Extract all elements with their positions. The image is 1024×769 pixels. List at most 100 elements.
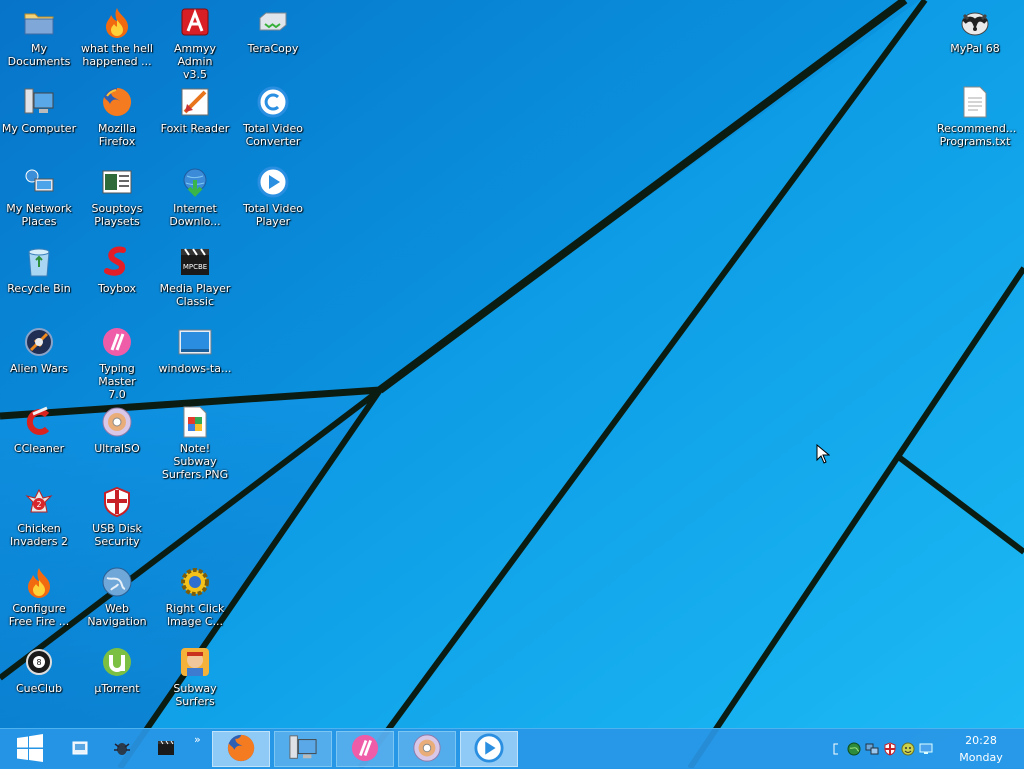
network-globe-icon[interactable]: [846, 742, 861, 757]
desktop-icon-media-player-classic[interactable]: MPCBE Media Player Classic: [156, 244, 234, 322]
globe-icon: [99, 564, 135, 600]
desktop-icon-label: Typing Master 7.0: [98, 362, 136, 401]
desktop-icon-label: Subway Surfers: [173, 682, 217, 708]
desktop-icon-cueclub[interactable]: 8 CueClub: [0, 644, 78, 722]
subway-surfers-icon: [177, 644, 213, 680]
desktop-icon-web-navigation[interactable]: Web Navigation: [78, 564, 156, 642]
taskbar-button-ultraiso[interactable]: [398, 731, 456, 767]
taskbar-button-firefox[interactable]: [212, 731, 270, 767]
usb-disk-security-icon: [99, 484, 135, 520]
desktop-icon-typing-master[interactable]: Typing Master 7.0: [78, 324, 156, 402]
desktop-icon-label: Note! Subway Surfers.PNG: [161, 442, 229, 481]
image-file-icon: [177, 324, 213, 360]
desktop-icon-recycle-bin[interactable]: Recycle Bin: [0, 244, 78, 322]
desktop-icon-total-video-player[interactable]: Total Video Player: [234, 164, 312, 242]
smiley-icon[interactable]: [900, 742, 915, 757]
desktop-icon-souptoys-playsets[interactable]: Souptoys Playsets: [78, 164, 156, 242]
tray-bracket-icon[interactable]: [828, 742, 843, 757]
desktop-icon-label: My Network Places: [6, 202, 72, 228]
desktop-icon-note-subway-surfers-png[interactable]: Note! Subway Surfers.PNG: [156, 404, 234, 482]
desktop-icon-label: Total Video Player: [242, 202, 303, 228]
quick-launch-bug[interactable]: [110, 737, 134, 761]
desktop-icon-what-the-hell-happened[interactable]: what the hell happened ...: [78, 4, 156, 82]
desktop-icon-my-documents[interactable]: My Documents: [0, 4, 78, 82]
firefox-icon: [226, 733, 256, 766]
video-player-icon: [255, 164, 291, 200]
taskbar-button-total-video-player[interactable]: [460, 731, 518, 767]
desktop-icon-label: Recommend... Programs.txt: [937, 122, 1017, 148]
desktop-icon-label: CCleaner: [13, 442, 65, 455]
taskbar-button-typing-master[interactable]: [336, 731, 394, 767]
desktop-icon-mypal-68[interactable]: MyPal 68: [936, 4, 1014, 82]
desktop-icon-label: Configure Free Fire ...: [8, 602, 70, 628]
chicken-invaders-icon: 2: [21, 484, 57, 520]
mouse-cursor: [816, 443, 831, 467]
desktop-icon-chicken-invaders-2[interactable]: 2 Chicken Invaders 2: [0, 484, 78, 562]
desktop-icon-label: Alien Wars: [9, 362, 69, 375]
ammyy-admin-icon: [177, 4, 213, 40]
monitor-icon[interactable]: [918, 742, 933, 757]
internet-download-manager-icon: [177, 164, 213, 200]
desktop-icon-label: Foxit Reader: [160, 122, 230, 135]
png-file-icon: [177, 404, 213, 440]
fire-icon: [21, 564, 57, 600]
desktop-icon-right-click-image-converter[interactable]: Right Click Image C...: [156, 564, 234, 642]
desktop-icon-configure-free-fire[interactable]: Configure Free Fire ...: [0, 564, 78, 642]
svg-text:8: 8: [36, 658, 41, 667]
system-tray: [828, 737, 933, 761]
quick-launch-chevron[interactable]: »: [194, 733, 201, 746]
desktop-icon-ultraiso[interactable]: UltraISO: [78, 404, 156, 482]
desktop-icon-label: Right Click Image C...: [165, 602, 225, 628]
taskbar-button-my-computer[interactable]: [274, 731, 332, 767]
recycle-bin-icon: [21, 244, 57, 280]
desktop-icon-label: Mozilla Firefox: [98, 122, 136, 148]
desktop-icon-mozilla-firefox[interactable]: Mozilla Firefox: [78, 84, 156, 162]
media-player-classic-icon: MPCBE: [177, 244, 213, 280]
desktop-icon-my-network-places[interactable]: My Network Places: [0, 164, 78, 242]
desktop-icon-utorrent[interactable]: µTorrent: [78, 644, 156, 722]
desktop-icon-internet-download-manager[interactable]: Internet Downlo...: [156, 164, 234, 242]
svg-text:MPCBE: MPCBE: [183, 263, 207, 271]
desktop-icon-label: CueClub: [15, 682, 63, 695]
video-player-icon: [474, 732, 504, 766]
desktop-icon-label: USB Disk Security: [92, 522, 142, 548]
media-player-classic-icon: [157, 740, 175, 759]
desktop-icon-total-video-converter[interactable]: Total Video Converter: [234, 84, 312, 162]
desktop-icon-recommended-programs-txt[interactable]: Recommend... Programs.txt: [936, 84, 1017, 162]
desktop-icon-label: Souptoys Playsets: [91, 202, 143, 228]
ultraiso-icon: [412, 733, 442, 766]
desktop-icon-label: Toybox: [98, 282, 136, 295]
computer-icon: [288, 734, 318, 765]
quick-launch-media-player-classic[interactable]: [154, 737, 178, 761]
mypal-icon: [957, 4, 993, 40]
desktop-icon-label: Ammyy Admin v3.5: [174, 42, 216, 81]
desktop-icon-subway-surfers[interactable]: Subway Surfers: [156, 644, 234, 722]
firefox-icon: [99, 84, 135, 120]
desktop-icon-my-computer[interactable]: My Computer: [0, 84, 78, 162]
desktop-icon-label: Internet Downlo...: [169, 202, 221, 228]
desktop-icon-toybox[interactable]: Toybox: [78, 244, 156, 322]
desktop-icon-ammyy-admin[interactable]: Ammyy Admin v3.5: [156, 4, 234, 82]
desktop-icon-foxit-reader[interactable]: Foxit Reader: [156, 84, 234, 162]
souptoys-icon: [99, 164, 135, 200]
desktop-icon-windows-ta[interactable]: windows-ta...: [156, 324, 234, 402]
desktop-icon-alien-wars[interactable]: Alien Wars: [0, 324, 78, 402]
teracopy-icon: [255, 4, 291, 40]
desktop-icon-label: µTorrent: [94, 682, 140, 695]
desktop-icon-label: Web Navigation: [87, 602, 147, 628]
utorrent-icon: [99, 644, 135, 680]
desktop-icon-teracopy[interactable]: TeraCopy: [234, 4, 312, 82]
typing-master-icon: [350, 733, 380, 766]
desktop-icon-usb-disk-security[interactable]: USB Disk Security: [78, 484, 156, 562]
ccleaner-icon: [21, 404, 57, 440]
desktop-icon-ccleaner[interactable]: CCleaner: [0, 404, 78, 482]
image-converter-icon: [177, 564, 213, 600]
start-button[interactable]: [8, 733, 52, 765]
quick-launch-show-desktop[interactable]: [68, 737, 92, 761]
cueclub-icon: 8: [21, 644, 57, 680]
taskbar-clock[interactable]: 20:28 Monday: [946, 732, 1016, 766]
network-places-icon: [21, 164, 57, 200]
network-icon[interactable]: [864, 742, 879, 757]
desktop-icon-label: TeraCopy: [247, 42, 299, 55]
usb-security-icon[interactable]: [882, 742, 897, 757]
